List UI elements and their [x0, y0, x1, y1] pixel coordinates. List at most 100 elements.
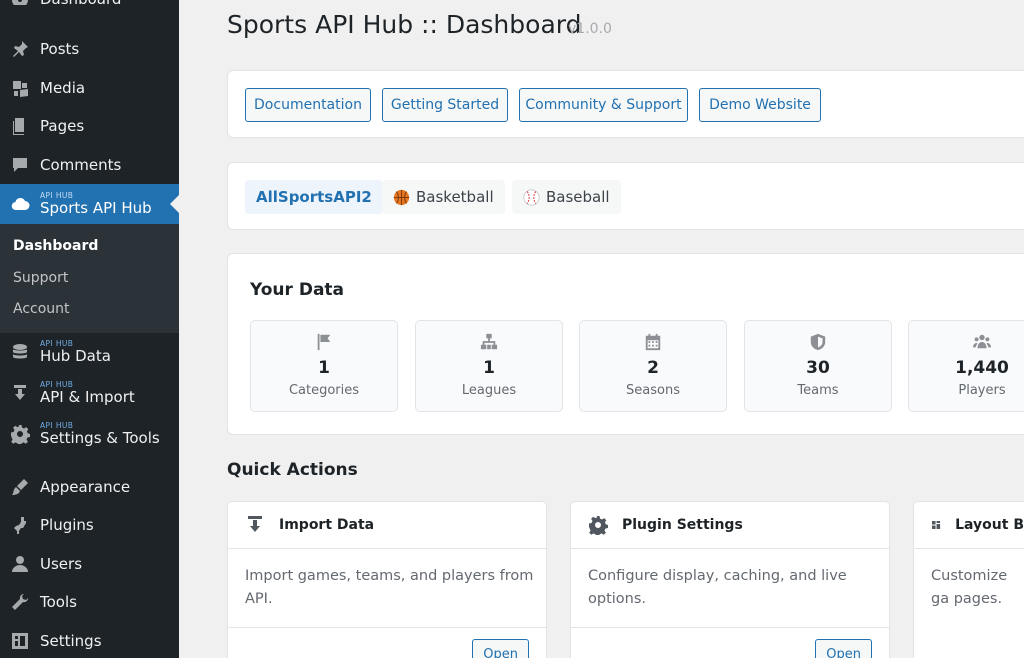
stat-players: 1,440 Players — [908, 320, 1024, 412]
admin-sidebar: Dashboard Posts Media Pages Comments API… — [0, 0, 179, 658]
sidebar-item-label: Tools — [40, 593, 77, 611]
quick-actions-title: Quick Actions — [227, 460, 358, 480]
card-plugin-settings: Plugin Settings Configure display, cachi… — [570, 501, 890, 658]
user-icon — [0, 554, 40, 574]
hierarchy-icon — [416, 333, 562, 351]
baseball-icon — [523, 188, 540, 206]
media-icon — [0, 78, 40, 98]
settings-icon — [0, 631, 40, 651]
shield-icon — [745, 333, 891, 351]
submenu-item-support[interactable]: Support — [13, 270, 68, 286]
sidebar-item-pages[interactable]: Pages — [0, 113, 179, 139]
stat-value: 1 — [483, 358, 495, 378]
gear-icon — [589, 516, 608, 535]
card-import-data: Import Data Import games, teams, and pla… — [227, 501, 547, 658]
stat-label: Leagues — [461, 383, 517, 398]
tab-label: Basketball — [416, 188, 494, 206]
users-icon — [909, 333, 1024, 351]
calendar-icon — [580, 333, 726, 351]
stat-label: Categories — [288, 383, 360, 398]
sidebar-item-label: Dashboard — [40, 0, 121, 8]
sport-tabs-panel: AllSportsAPI2 Basketball Baseball — [227, 162, 1024, 230]
sidebar-item-appearance[interactable]: Appearance — [0, 474, 179, 500]
sidebar-item-comments[interactable]: Comments — [0, 152, 179, 178]
links-panel: Documentation Getting Started Community … — [227, 70, 1024, 138]
sidebar-item-label: Settings & Tools — [40, 429, 160, 448]
api-hub-tag: API HUB — [40, 190, 74, 200]
card-title: Layout B — [955, 517, 1024, 533]
api-hub-tag: API HUB — [40, 420, 74, 430]
documentation-link[interactable]: Documentation — [245, 88, 371, 122]
getting-started-link[interactable]: Getting Started — [382, 88, 508, 122]
sidebar-item-api-import[interactable]: API HUB API & Import — [0, 378, 179, 408]
stat-leagues: 1 Leagues — [415, 320, 563, 412]
your-data-title: Your Data — [250, 280, 345, 300]
active-indicator — [170, 195, 179, 213]
open-button[interactable]: Open — [472, 639, 529, 658]
submenu-item-account[interactable]: Account — [13, 301, 70, 317]
sidebar-item-hub-data[interactable]: API HUB Hub Data — [0, 337, 179, 367]
stat-categories: 1 Categories — [250, 320, 398, 412]
tab-allsportsapi2[interactable]: AllSportsAPI2 — [245, 180, 383, 214]
page-title: Sports API Hub :: Dashboard — [227, 10, 582, 39]
sidebar-item-plugins[interactable]: Plugins — [0, 512, 179, 538]
sidebar-item-label: Settings — [40, 632, 102, 650]
api-hub-tag: API HUB — [40, 338, 74, 348]
sidebar-item-sports-api-hub[interactable]: API HUB Sports API Hub — [0, 184, 179, 224]
api-hub-tag: API HUB — [40, 379, 74, 389]
sidebar-item-tools[interactable]: Tools — [0, 589, 179, 615]
sidebar-item-label: Comments — [40, 156, 122, 174]
pages-icon — [0, 116, 40, 136]
pin-icon — [0, 39, 40, 59]
dashboard-icon — [0, 0, 40, 9]
sidebar-item-settings-tools[interactable]: API HUB Settings & Tools — [0, 419, 179, 449]
card-description: Configure display, caching, and live opt… — [588, 568, 847, 607]
brush-icon — [0, 477, 40, 497]
sidebar-item-settings[interactable]: Settings — [0, 628, 179, 654]
card-description: Customize ga pages. — [931, 568, 1008, 607]
plug-icon — [0, 515, 40, 535]
stat-label: Seasons — [626, 383, 680, 398]
stat-label: Players — [958, 383, 1006, 398]
sidebar-item-users[interactable]: Users — [0, 551, 179, 577]
sidebar-item-label: Sports API Hub — [40, 199, 152, 218]
sidebar-item-label: Appearance — [40, 478, 131, 496]
import-icon — [0, 383, 40, 403]
gear-icon — [0, 424, 40, 444]
stat-value: 30 — [806, 358, 830, 378]
layout-icon — [932, 520, 941, 530]
sidebar-item-media[interactable]: Media — [0, 75, 179, 101]
stat-value: 2 — [647, 358, 659, 378]
card-description: Import games, teams, and players from AP… — [245, 568, 534, 607]
card-title: Plugin Settings — [622, 517, 743, 533]
sidebar-item-label: API & Import — [40, 388, 135, 407]
wrench-icon — [0, 592, 40, 612]
open-button[interactable]: Open — [815, 639, 872, 658]
sidebar-item-posts[interactable]: Posts — [0, 36, 179, 62]
demo-website-link[interactable]: Demo Website — [699, 88, 821, 122]
sidebar-item-label: Media — [40, 79, 86, 97]
submenu: Dashboard Support Account — [0, 224, 179, 333]
submenu-item-dashboard[interactable]: Dashboard — [13, 238, 98, 254]
flag-icon — [251, 333, 397, 351]
tab-label: Baseball — [546, 188, 610, 206]
database-icon — [0, 342, 40, 362]
stat-label: Teams — [797, 383, 839, 398]
tab-baseball[interactable]: Baseball — [512, 180, 621, 214]
import-icon — [248, 516, 262, 532]
card-layout-builder: Layout B Customize ga pages. — [913, 501, 1024, 658]
community-support-link[interactable]: Community & Support — [519, 88, 688, 122]
sidebar-item-label: Plugins — [40, 516, 94, 534]
sidebar-item-label: Pages — [40, 117, 85, 135]
cloud-icon — [0, 194, 40, 214]
sidebar-item-dashboard[interactable]: Dashboard — [0, 0, 179, 12]
stat-teams: 30 Teams — [744, 320, 892, 412]
comment-icon — [0, 155, 40, 175]
tab-basketball[interactable]: Basketball — [382, 180, 505, 214]
stat-seasons: 2 Seasons — [579, 320, 727, 412]
basketball-icon — [393, 189, 410, 205]
card-title: Import Data — [279, 517, 375, 533]
sidebar-item-label: Hub Data — [40, 347, 111, 366]
stat-value: 1 — [318, 358, 330, 378]
your-data-panel: Your Data 1 Categories 1 Leagues 2 Seaso… — [227, 253, 1024, 435]
